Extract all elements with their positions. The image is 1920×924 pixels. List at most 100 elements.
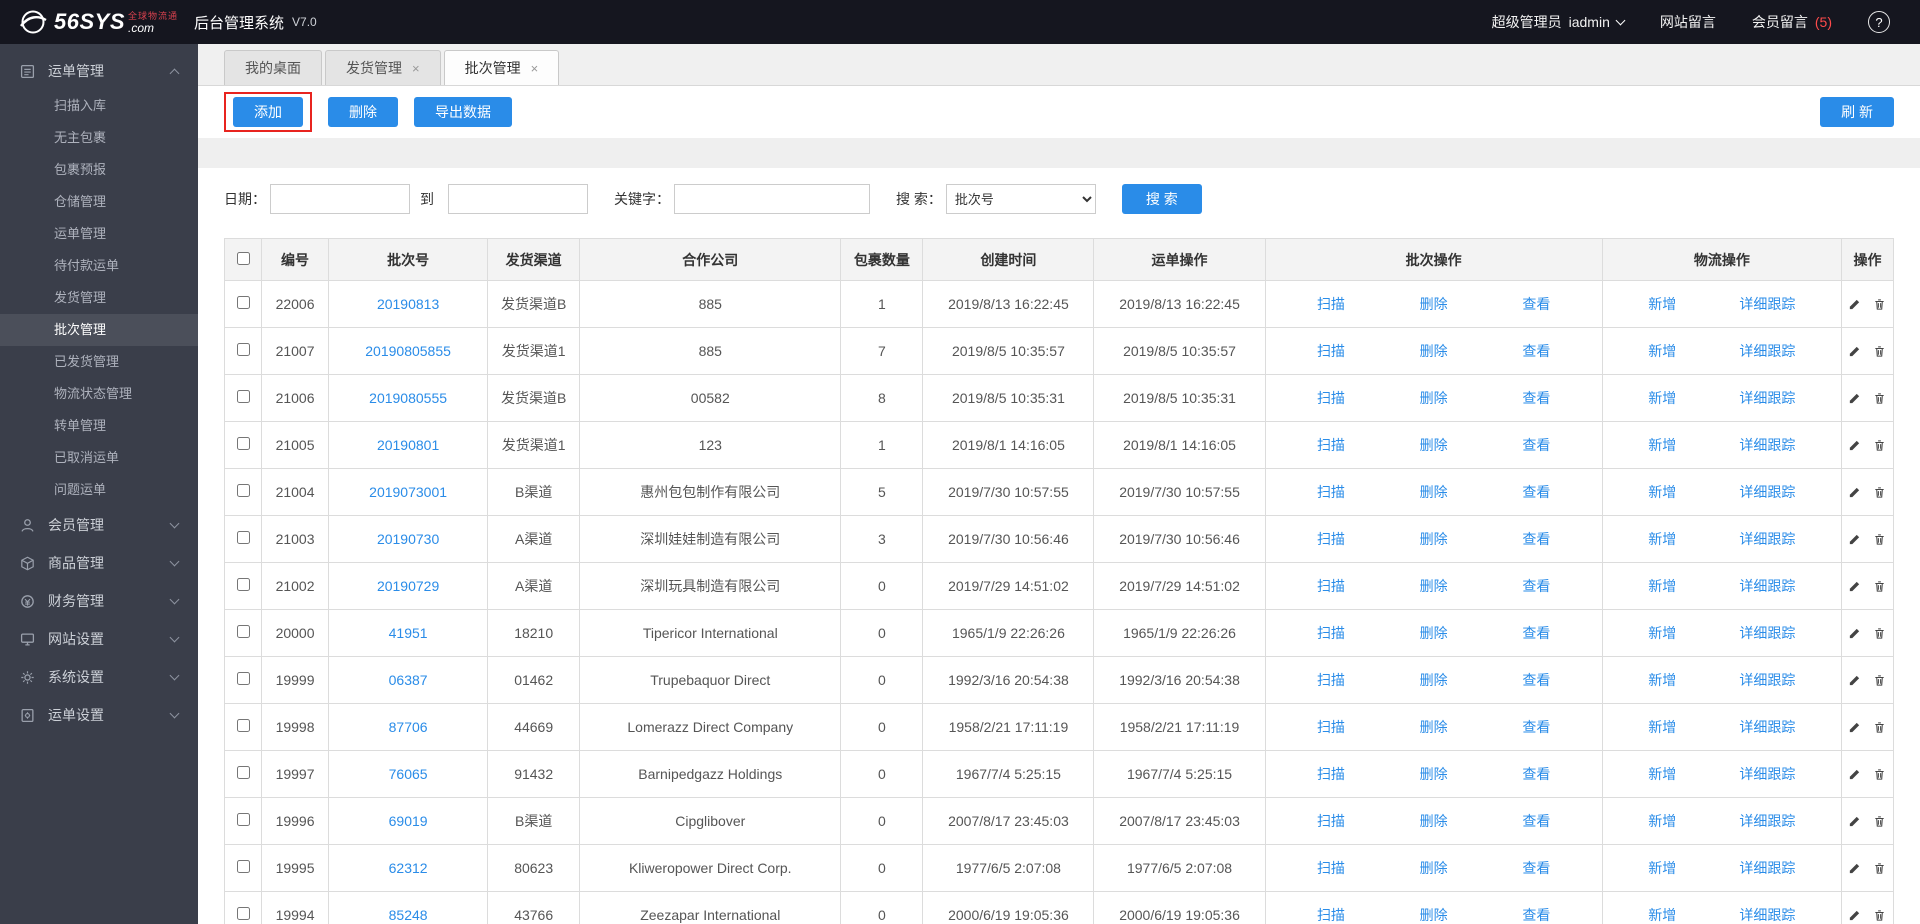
detail-tracking-link[interactable]: 详细跟踪 <box>1739 764 1795 784</box>
detail-tracking-link[interactable]: 详细跟踪 <box>1739 811 1795 831</box>
edit-icon[interactable] <box>1848 486 1861 499</box>
add-button[interactable]: 添加 <box>233 97 303 127</box>
detail-tracking-link[interactable]: 详细跟踪 <box>1739 294 1795 314</box>
edit-icon[interactable] <box>1848 862 1861 875</box>
edit-icon[interactable] <box>1848 721 1861 734</box>
sidebar-item[interactable]: 包裹预报 <box>0 154 198 186</box>
date-from-input[interactable] <box>270 184 410 214</box>
view-link[interactable]: 查看 <box>1522 435 1550 455</box>
batch-number-link[interactable]: 76065 <box>389 766 428 782</box>
sidebar-item[interactable]: 物流状态管理 <box>0 378 198 410</box>
scan-link[interactable]: 扫描 <box>1317 435 1345 455</box>
batch-number-link[interactable]: 20190805855 <box>365 343 451 359</box>
tab-close-icon[interactable]: × <box>531 61 539 76</box>
row-checkbox[interactable] <box>237 813 250 826</box>
sidebar-item[interactable]: 问题运单 <box>0 474 198 506</box>
delete-link[interactable]: 删除 <box>1420 576 1448 596</box>
member-messages-link[interactable]: 会员留言 (5) <box>1752 12 1832 32</box>
view-link[interactable]: 查看 <box>1522 717 1550 737</box>
sidebar-section[interactable]: 运单设置 <box>0 696 198 734</box>
add-tracking-link[interactable]: 新增 <box>1648 858 1676 878</box>
add-tracking-link[interactable]: 新增 <box>1648 294 1676 314</box>
delete-link[interactable]: 删除 <box>1420 482 1448 502</box>
user-menu[interactable]: 超级管理员 iadmin <box>1492 12 1624 32</box>
sidebar-item[interactable]: 已取消运单 <box>0 442 198 474</box>
sidebar-section[interactable]: 运单管理 <box>0 52 198 90</box>
edit-icon[interactable] <box>1848 627 1861 640</box>
add-tracking-link[interactable]: 新增 <box>1648 576 1676 596</box>
tab-1[interactable]: 我的桌面 <box>224 50 322 85</box>
view-link[interactable]: 查看 <box>1522 858 1550 878</box>
view-link[interactable]: 查看 <box>1522 341 1550 361</box>
delete-link[interactable]: 删除 <box>1420 435 1448 455</box>
trash-icon[interactable] <box>1873 392 1886 405</box>
batch-number-link[interactable]: 20190729 <box>377 578 439 594</box>
trash-icon[interactable] <box>1873 627 1886 640</box>
sidebar-item[interactable]: 运单管理 <box>0 218 198 250</box>
add-tracking-link[interactable]: 新增 <box>1648 623 1676 643</box>
add-tracking-link[interactable]: 新增 <box>1648 811 1676 831</box>
edit-icon[interactable] <box>1848 392 1861 405</box>
sidebar-section[interactable]: 网站设置 <box>0 620 198 658</box>
detail-tracking-link[interactable]: 详细跟踪 <box>1739 435 1795 455</box>
trash-icon[interactable] <box>1873 768 1886 781</box>
sidebar-item[interactable]: 转单管理 <box>0 410 198 442</box>
scan-link[interactable]: 扫描 <box>1317 388 1345 408</box>
detail-tracking-link[interactable]: 详细跟踪 <box>1739 905 1795 924</box>
scan-link[interactable]: 扫描 <box>1317 811 1345 831</box>
row-checkbox[interactable] <box>237 625 250 638</box>
detail-tracking-link[interactable]: 详细跟踪 <box>1739 388 1795 408</box>
scan-link[interactable]: 扫描 <box>1317 905 1345 924</box>
sidebar-item[interactable]: 仓储管理 <box>0 186 198 218</box>
edit-icon[interactable] <box>1848 674 1861 687</box>
trash-icon[interactable] <box>1873 345 1886 358</box>
search-type-select[interactable]: 批次号 <box>946 184 1096 214</box>
sidebar-item[interactable]: 待付款运单 <box>0 250 198 282</box>
batch-number-link[interactable]: 2019080555 <box>369 390 447 406</box>
site-messages-link[interactable]: 网站留言 <box>1660 12 1716 32</box>
view-link[interactable]: 查看 <box>1522 388 1550 408</box>
row-checkbox[interactable] <box>237 390 250 403</box>
delete-link[interactable]: 删除 <box>1420 764 1448 784</box>
row-checkbox[interactable] <box>237 672 250 685</box>
edit-icon[interactable] <box>1848 909 1861 922</box>
view-link[interactable]: 查看 <box>1522 576 1550 596</box>
batch-number-link[interactable]: 20190730 <box>377 531 439 547</box>
view-link[interactable]: 查看 <box>1522 529 1550 549</box>
trash-icon[interactable] <box>1873 815 1886 828</box>
row-checkbox[interactable] <box>237 531 250 544</box>
row-checkbox[interactable] <box>237 484 250 497</box>
batch-number-link[interactable]: 87706 <box>389 719 428 735</box>
sidebar-section[interactable]: 财务管理 <box>0 582 198 620</box>
tab-close-icon[interactable]: × <box>412 61 420 76</box>
trash-icon[interactable] <box>1873 439 1886 452</box>
edit-icon[interactable] <box>1848 580 1861 593</box>
detail-tracking-link[interactable]: 详细跟踪 <box>1739 623 1795 643</box>
edit-icon[interactable] <box>1848 298 1861 311</box>
scan-link[interactable]: 扫描 <box>1317 576 1345 596</box>
scan-link[interactable]: 扫描 <box>1317 294 1345 314</box>
delete-link[interactable]: 删除 <box>1420 717 1448 737</box>
refresh-button[interactable]: 刷 新 <box>1820 97 1894 127</box>
add-tracking-link[interactable]: 新增 <box>1648 764 1676 784</box>
search-button[interactable]: 搜 索 <box>1122 184 1202 214</box>
sidebar-item[interactable]: 已发货管理 <box>0 346 198 378</box>
edit-icon[interactable] <box>1848 439 1861 452</box>
trash-icon[interactable] <box>1873 486 1886 499</box>
sidebar-item[interactable]: 扫描入库 <box>0 90 198 122</box>
delete-link[interactable]: 删除 <box>1420 905 1448 924</box>
delete-link[interactable]: 删除 <box>1420 623 1448 643</box>
trash-icon[interactable] <box>1873 298 1886 311</box>
batch-number-link[interactable]: 06387 <box>389 672 428 688</box>
detail-tracking-link[interactable]: 详细跟踪 <box>1739 529 1795 549</box>
delete-link[interactable]: 删除 <box>1420 670 1448 690</box>
batch-number-link[interactable]: 62312 <box>389 860 428 876</box>
detail-tracking-link[interactable]: 详细跟踪 <box>1739 717 1795 737</box>
scan-link[interactable]: 扫描 <box>1317 858 1345 878</box>
sidebar-section[interactable]: 商品管理 <box>0 544 198 582</box>
view-link[interactable]: 查看 <box>1522 294 1550 314</box>
sidebar-item[interactable]: 批次管理 <box>0 314 198 346</box>
detail-tracking-link[interactable]: 详细跟踪 <box>1739 482 1795 502</box>
edit-icon[interactable] <box>1848 345 1861 358</box>
delete-link[interactable]: 删除 <box>1420 388 1448 408</box>
